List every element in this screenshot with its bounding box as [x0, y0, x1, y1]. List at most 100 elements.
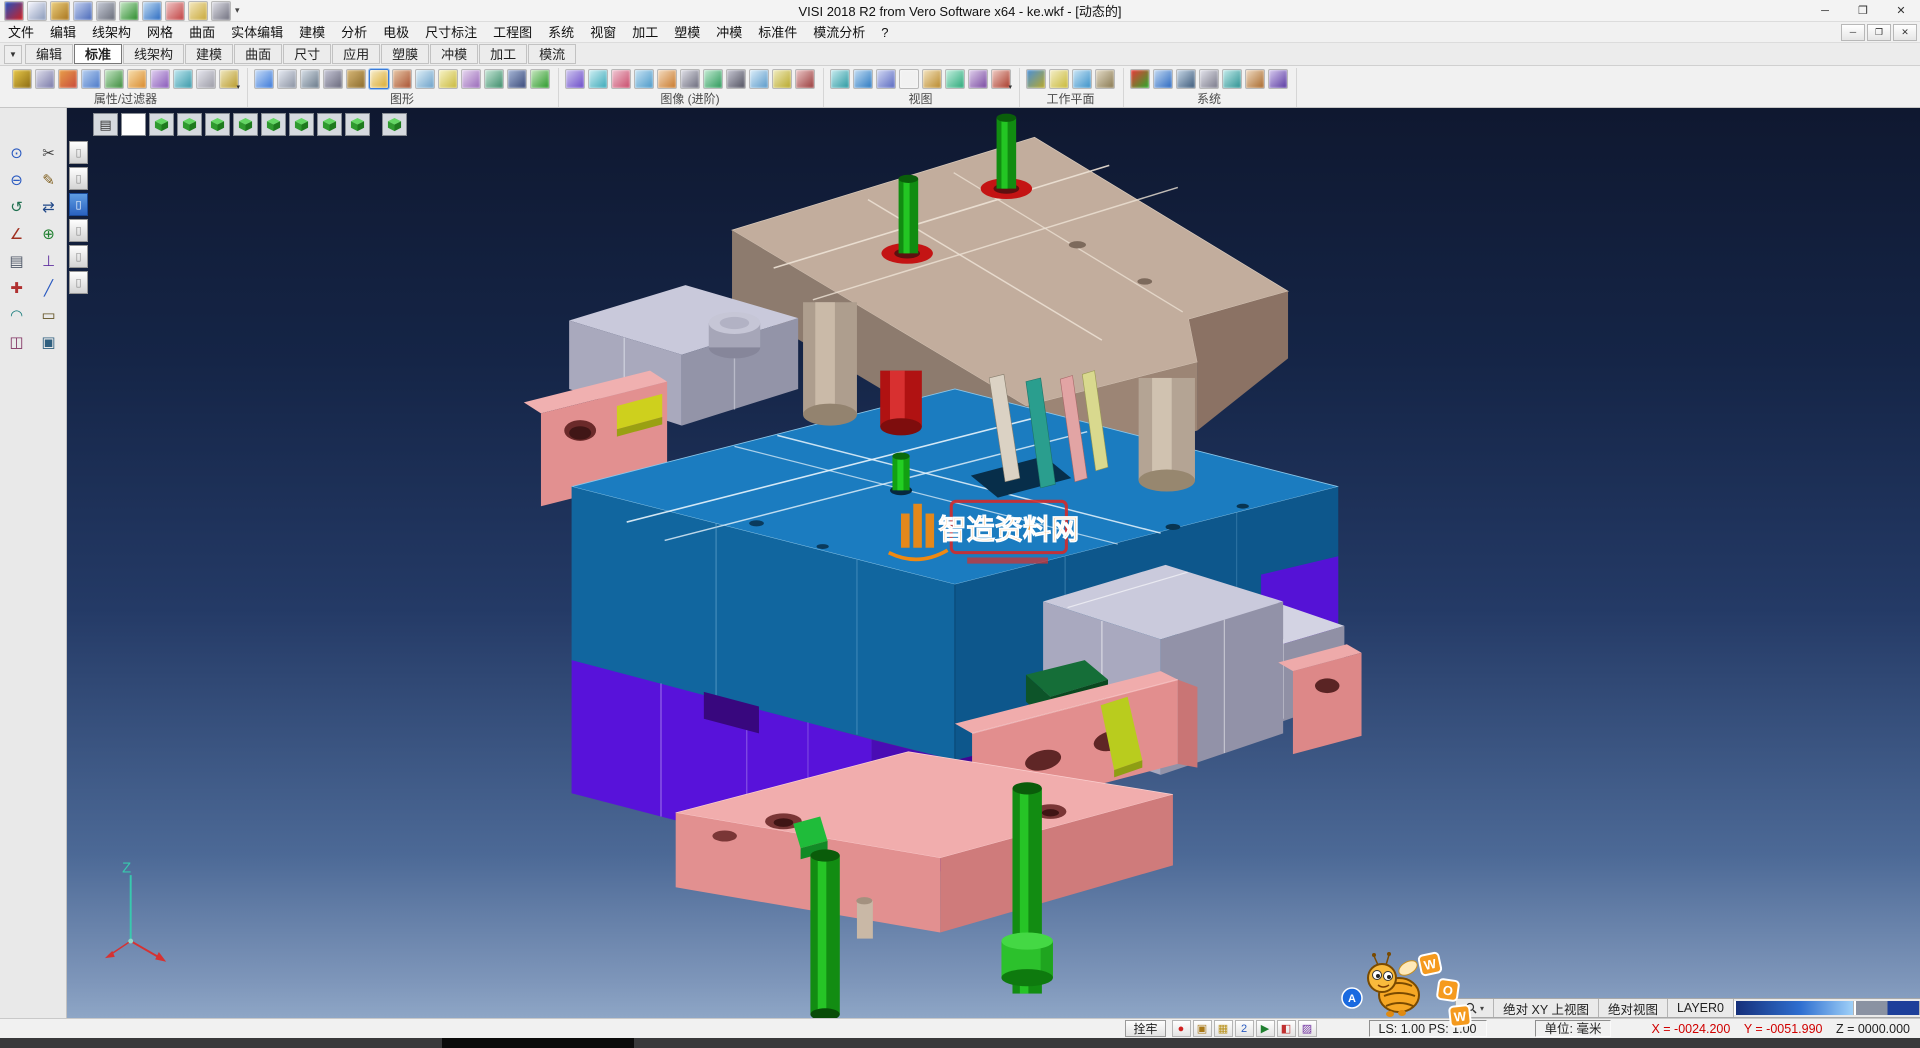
- pan-view-icon[interactable]: [899, 69, 919, 89]
- attribute-brush-icon[interactable]: [35, 69, 55, 89]
- linetype-filter-icon[interactable]: [150, 69, 170, 89]
- viewport-3d[interactable]: Z 智造资料网: [67, 108, 1920, 1018]
- ribbon-tab[interactable]: 线架构: [123, 44, 184, 64]
- photo-render-icon[interactable]: [703, 69, 723, 89]
- ribbon-tab[interactable]: 标准: [74, 44, 122, 64]
- rectangle-icon[interactable]: ▭: [35, 303, 62, 327]
- blank-view-button[interactable]: [121, 113, 146, 136]
- ribbon-tab[interactable]: 建模: [185, 44, 233, 64]
- record-icon[interactable]: ●: [1172, 1020, 1191, 1037]
- view-cube-se-button[interactable]: [345, 113, 370, 136]
- layer-filter-icon[interactable]: [104, 69, 124, 89]
- quick-settings-icon[interactable]: [211, 1, 231, 21]
- cylinder-display-icon[interactable]: [323, 69, 343, 89]
- color-gradient-bar[interactable]: [1734, 1001, 1854, 1015]
- ambient-icon[interactable]: [772, 69, 792, 89]
- menu-item[interactable]: 工程图: [485, 22, 540, 43]
- side-strip-button-6[interactable]: ▯: [69, 271, 88, 294]
- mdi-close-button[interactable]: ✕: [1893, 24, 1917, 41]
- snap-icon[interactable]: ⊕: [35, 222, 62, 246]
- gallery-icon[interactable]: ▦: [1214, 1020, 1233, 1037]
- color-filter-icon[interactable]: [127, 69, 147, 89]
- compare-icon[interactable]: [795, 69, 815, 89]
- view-cube-back-button[interactable]: [233, 113, 258, 136]
- ribbon-tab[interactable]: 编辑: [25, 44, 73, 64]
- globe-icon[interactable]: [1153, 69, 1173, 89]
- workplane-3point-icon[interactable]: [1049, 69, 1069, 89]
- menu-item[interactable]: 分析: [333, 22, 375, 43]
- menu-item[interactable]: 尺寸标注: [417, 22, 485, 43]
- wireframe-view-icon[interactable]: [277, 69, 297, 89]
- hidden-line-icon[interactable]: [300, 69, 320, 89]
- mdi-minimize-button[interactable]: ─: [1841, 24, 1865, 41]
- select-icon[interactable]: ⊙: [3, 141, 30, 165]
- ribbon-tab[interactable]: 模流: [528, 44, 576, 64]
- ribbon-tab[interactable]: 应用: [332, 44, 380, 64]
- pan-icon[interactable]: ⇄: [35, 195, 62, 219]
- grid-snap-icon[interactable]: [1199, 69, 1219, 89]
- print-icon[interactable]: [96, 1, 116, 21]
- menu-item[interactable]: 塑模: [666, 22, 708, 43]
- zoom-window-icon[interactable]: [853, 69, 873, 89]
- view-mode-indicator[interactable]: 绝对视图: [1599, 999, 1668, 1017]
- filter-unlink-icon[interactable]: [81, 69, 101, 89]
- view-cube-iso-button[interactable]: [149, 113, 174, 136]
- lighting-icon[interactable]: [438, 69, 458, 89]
- workplane-standard-icon[interactable]: [1026, 69, 1046, 89]
- reflection-icon[interactable]: [749, 69, 769, 89]
- mdi-restore-button[interactable]: ❐: [1867, 24, 1891, 41]
- background-color-icon[interactable]: [507, 69, 527, 89]
- side-strip-button-2[interactable]: ▯: [69, 167, 88, 190]
- element-filter-icon[interactable]: [173, 69, 193, 89]
- explode-view-icon[interactable]: [657, 69, 677, 89]
- section-view-icon[interactable]: [611, 69, 631, 89]
- color-grid-icon[interactable]: [1130, 69, 1150, 89]
- edit-icon[interactable]: ✎: [35, 168, 62, 192]
- side-strip-button-5[interactable]: ▯: [69, 245, 88, 268]
- new-file-icon[interactable]: [27, 1, 47, 21]
- xray-view-icon[interactable]: [588, 69, 608, 89]
- ribbon-tab[interactable]: 塑膜: [381, 44, 429, 64]
- menu-item[interactable]: 实体编辑: [223, 22, 291, 43]
- dynamic-rotate-icon[interactable]: ↺: [3, 195, 30, 219]
- capture-icon[interactable]: [188, 1, 208, 21]
- app-logo-icon[interactable]: [4, 1, 24, 21]
- open-file-icon[interactable]: [50, 1, 70, 21]
- view-cube-left-button[interactable]: [261, 113, 286, 136]
- saved-view-icon[interactable]: ▣: [35, 330, 62, 354]
- undo-icon[interactable]: [119, 1, 139, 21]
- transparency-icon[interactable]: [415, 69, 435, 89]
- arc-icon[interactable]: ◠: [3, 303, 30, 327]
- shaded-view-icon[interactable]: [254, 69, 274, 89]
- line-icon[interactable]: ╱: [35, 276, 62, 300]
- view-cube-bottom-button[interactable]: [317, 113, 342, 136]
- menu-item[interactable]: 编辑: [42, 22, 84, 43]
- side-strip-button-3[interactable]: ▯: [69, 193, 88, 216]
- lock-button[interactable]: 拴牢: [1125, 1020, 1165, 1037]
- side-strip-button-4[interactable]: ▯: [69, 219, 88, 242]
- workplane-entity-icon[interactable]: [1095, 69, 1115, 89]
- menu-item[interactable]: 电极: [375, 22, 417, 43]
- menu-item[interactable]: 标准件: [750, 22, 805, 43]
- menu-item[interactable]: 视窗: [582, 22, 624, 43]
- help-2-icon[interactable]: 2: [1235, 1020, 1254, 1037]
- menu-item[interactable]: 网格: [139, 22, 181, 43]
- axis-cube-icon[interactable]: ◧: [1277, 1020, 1296, 1037]
- workplane-view-icon[interactable]: [1072, 69, 1092, 89]
- view-cube-dynamic-button[interactable]: [382, 113, 407, 136]
- tab-dropdown-button[interactable]: ▼: [4, 45, 22, 64]
- iso-view-icon[interactable]: [945, 69, 965, 89]
- menu-item[interactable]: ?: [873, 22, 896, 43]
- menu-item[interactable]: 冲模: [708, 22, 750, 43]
- menu-item[interactable]: 曲面: [181, 22, 223, 43]
- layer-indicator[interactable]: LAYER0: [1668, 999, 1734, 1017]
- rotate-view-icon[interactable]: [922, 69, 942, 89]
- filter-settings-icon[interactable]: ▾: [219, 69, 239, 89]
- front-view-icon[interactable]: [968, 69, 988, 89]
- zoom-all-icon[interactable]: [830, 69, 850, 89]
- edge-color-icon[interactable]: [484, 69, 504, 89]
- 3d-model-canvas[interactable]: Z 智造资料网: [67, 108, 1920, 1018]
- measure-icon[interactable]: ∠: [3, 222, 30, 246]
- camera-icon[interactable]: ▣: [1193, 1020, 1212, 1037]
- workplane-color-bar[interactable]: [1854, 1001, 1920, 1015]
